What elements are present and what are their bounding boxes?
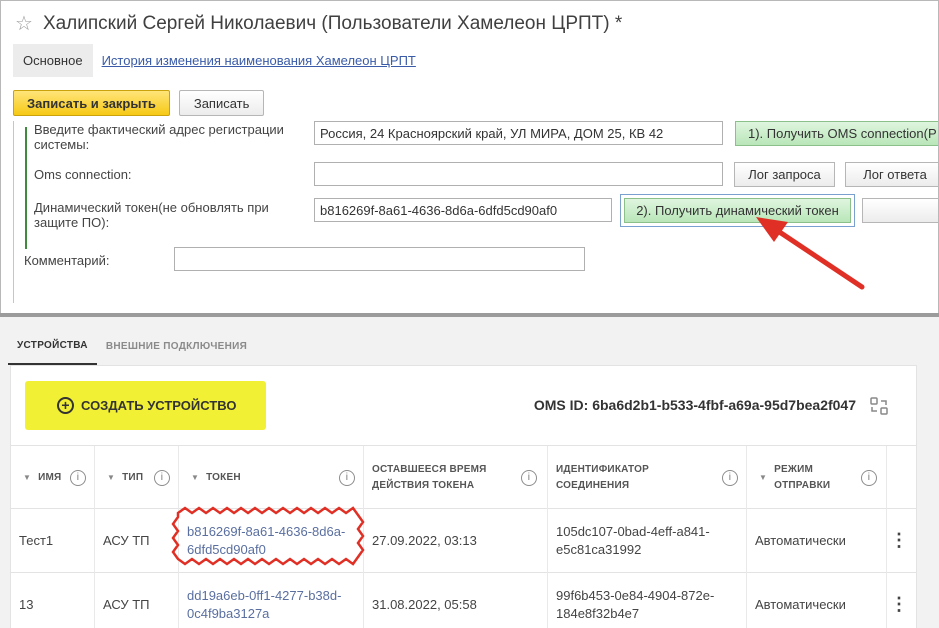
- cell-token-line1: b816269f-8a61-4636-8d6a-: [187, 524, 346, 539]
- col-connection-line1: ИДЕНТИФИКАТОР: [556, 464, 649, 475]
- info-icon[interactable]: i: [861, 470, 877, 486]
- devices-app: УСТРОЙСТВА ВНЕШНИЕ ПОДКЛЮЧЕНИЯ + СОЗДАТЬ…: [0, 317, 939, 628]
- oms-connection-field[interactable]: [314, 162, 723, 186]
- cell-name: Тест1: [11, 509, 95, 573]
- group-indicator: [25, 127, 27, 249]
- tab-devices[interactable]: УСТРОЙСТВА: [8, 327, 97, 365]
- cell-token-line1: dd19a6eb-0ff1-4277-b38d-: [187, 588, 342, 603]
- oms-connection-label: Oms connection:: [34, 167, 132, 182]
- save-and-close-button[interactable]: Записать и закрыть: [13, 90, 170, 116]
- table-header: ▼ ИМЯ i ▼ ТИП i ▼ ТОКЕН i ОСТАВШЕЕСЯ ВРЕ…: [11, 445, 916, 510]
- cell-connection-line2: e5c81ca31992: [556, 542, 642, 557]
- col-connection-line2: СОЕДИНЕНИЯ: [556, 480, 630, 491]
- cell-token[interactable]: b816269f-8a61-4636-8d6a- 6dfd5cd90af0: [179, 509, 364, 573]
- plus-circle-icon: +: [57, 397, 74, 414]
- form-window: ☆ Халипский Сергей Николаевич (Пользоват…: [0, 0, 939, 316]
- col-token-label: ТОКЕН: [206, 472, 241, 483]
- sort-caret-icon: ▼: [759, 473, 768, 482]
- cell-remaining: 31.08.2022, 05:58: [364, 573, 548, 628]
- extra-button[interactable]: [862, 198, 938, 223]
- get-dynamic-token-button[interactable]: 2). Получить динамический токен: [624, 198, 851, 223]
- form-tabs: Основное История изменения наименования …: [13, 44, 416, 77]
- cell-token-line2: 6dfd5cd90af0: [187, 542, 266, 557]
- log-request-button[interactable]: Лог запроса: [734, 162, 835, 187]
- cell-connection-line2: 184e8f32b4e7: [556, 606, 640, 621]
- sort-caret-icon: ▼: [107, 473, 116, 482]
- col-mode-line2: ОТПРАВКИ: [774, 480, 831, 491]
- more-vert-icon[interactable]: ⋮: [890, 531, 908, 549]
- cell-token-line2: 0c4f9ba3127a: [187, 606, 270, 621]
- table-row[interactable]: Тест1 АСУ ТП b816269f-8a61-4636-8d6a- 6df…: [11, 509, 916, 573]
- dynamic-token-label: Динамический токен(не обновлять при защи…: [34, 200, 269, 230]
- cell-type: АСУ ТП: [95, 573, 179, 628]
- col-mode[interactable]: ▼ РЕЖИМ ОТПРАВКИ i: [747, 446, 887, 510]
- col-remaining-line2: ДЕЙСТВИЯ ТОКЕНА: [372, 480, 475, 491]
- cell-connection-line1: 105dc107-0bad-4eff-a841-: [556, 524, 710, 539]
- sort-caret-icon: ▼: [191, 473, 200, 482]
- form-area: Введите фактический адрес регистрации си…: [13, 121, 938, 305]
- title-row: ☆ Халипский Сергей Николаевич (Пользоват…: [15, 11, 622, 37]
- oms-id: OMS ID: 6ba6d2b1-b533-4fbf-a69a-95d7bea2…: [533, 397, 856, 413]
- tab-main[interactable]: Основное: [13, 44, 93, 77]
- save-button[interactable]: Записать: [178, 90, 265, 116]
- tab-external-connections[interactable]: ВНЕШНИЕ ПОДКЛЮЧЕНИЯ: [97, 327, 256, 365]
- col-token[interactable]: ▼ ТОКЕН i: [179, 446, 364, 510]
- app-tabs: УСТРОЙСТВА ВНЕШНИЕ ПОДКЛЮЧЕНИЯ: [8, 327, 256, 365]
- info-icon[interactable]: i: [154, 470, 170, 486]
- col-remaining-label: ОСТАВШЕЕСЯ ВРЕМЯ ДЕЙСТВИЯ ТОКЕНА: [372, 462, 487, 494]
- cell-mode: Автоматически: [747, 509, 887, 573]
- col-connection[interactable]: ИДЕНТИФИКАТОР СОЕДИНЕНИЯ i: [548, 446, 747, 510]
- cell-type: АСУ ТП: [95, 509, 179, 573]
- group-border: [13, 121, 14, 303]
- create-device-label: СОЗДАТЬ УСТРОЙСТВО: [81, 398, 237, 413]
- tab-history-link[interactable]: История изменения наименования Хамелеон …: [102, 53, 416, 68]
- col-name[interactable]: ▼ ИМЯ i: [11, 446, 95, 510]
- devices-card: + СОЗДАТЬ УСТРОЙСТВО OMS ID: 6ba6d2b1-b5…: [10, 365, 917, 628]
- address-label: Введите фактический адрес регистрации си…: [34, 122, 284, 152]
- col-type[interactable]: ▼ ТИП i: [95, 446, 179, 510]
- swap-icon[interactable]: [870, 397, 888, 415]
- get-oms-connection-button[interactable]: 1). Получить OMS connection(Р: [735, 121, 938, 146]
- col-name-label: ИМЯ: [38, 472, 62, 483]
- col-connection-label: ИДЕНТИФИКАТОР СОЕДИНЕНИЯ: [556, 462, 649, 494]
- comment-field[interactable]: [174, 247, 585, 271]
- info-icon[interactable]: i: [339, 470, 355, 486]
- more-vert-icon[interactable]: ⋮: [890, 595, 908, 613]
- window-title: Халипский Сергей Николаевич (Пользовател…: [42, 13, 623, 34]
- cell-connection-line1: 99f6b453-0e84-4904-872e-: [556, 588, 715, 603]
- info-icon[interactable]: i: [722, 470, 738, 486]
- comment-label: Комментарий:: [24, 253, 110, 268]
- log-response-button[interactable]: Лог ответа: [845, 162, 938, 187]
- col-mode-label: РЕЖИМ ОТПРАВКИ: [774, 462, 830, 494]
- cell-connection: 99f6b453-0e84-4904-872e- 184e8f32b4e7: [548, 573, 747, 628]
- sort-caret-icon: ▼: [23, 473, 32, 482]
- favorite-star-icon[interactable]: ☆: [15, 14, 33, 34]
- col-type-label: ТИП: [122, 472, 144, 483]
- info-icon[interactable]: i: [521, 470, 537, 486]
- info-icon[interactable]: i: [70, 470, 86, 486]
- cell-name: 13: [11, 573, 95, 628]
- command-bar: Записать и закрыть Записать: [13, 90, 265, 116]
- cell-connection: 105dc107-0bad-4eff-a841- e5c81ca31992: [548, 509, 747, 573]
- cell-remaining: 27.09.2022, 03:13: [364, 509, 548, 573]
- col-mode-line1: РЕЖИМ: [774, 464, 814, 475]
- col-remaining-line1: ОСТАВШЕЕСЯ ВРЕМЯ: [372, 464, 487, 475]
- table-row[interactable]: 13 АСУ ТП dd19a6eb-0ff1-4277-b38d- 0c4f9b…: [11, 573, 916, 628]
- dynamic-token-field[interactable]: b816269f-8a61-4636-8d6a-6dfd5cd90af0: [314, 198, 612, 222]
- col-remaining[interactable]: ОСТАВШЕЕСЯ ВРЕМЯ ДЕЙСТВИЯ ТОКЕНА i: [364, 446, 548, 510]
- create-device-button[interactable]: + СОЗДАТЬ УСТРОЙСТВО: [25, 381, 266, 430]
- address-field[interactable]: Россия, 24 Красноярский край, УЛ МИРА, Д…: [314, 121, 723, 145]
- cell-token[interactable]: dd19a6eb-0ff1-4277-b38d- 0c4f9ba3127a: [179, 573, 364, 628]
- cell-mode: Автоматически: [747, 573, 887, 628]
